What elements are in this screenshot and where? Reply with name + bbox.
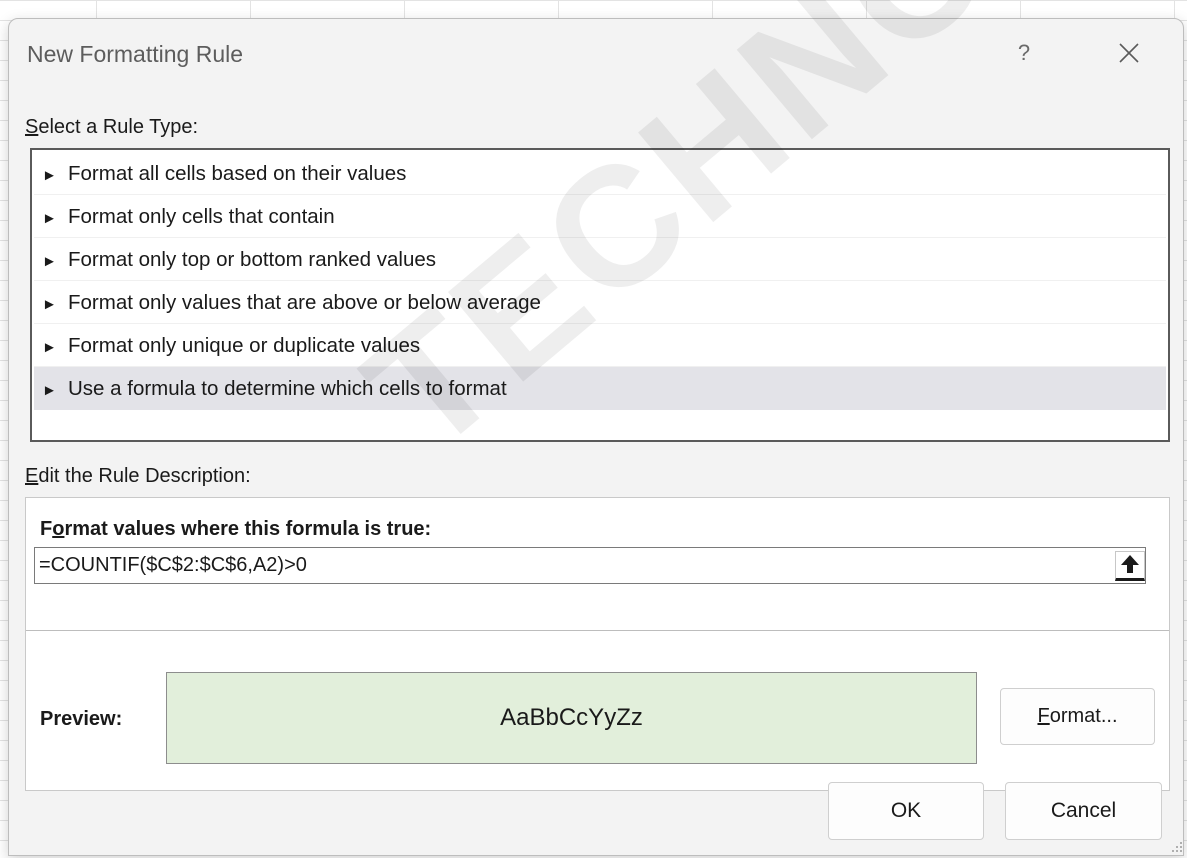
- triangle-right-icon: ►: [42, 382, 57, 399]
- rule-type-item-label: Use a formula to determine which cells t…: [68, 377, 507, 400]
- new-formatting-rule-dialog: New Formatting Rule ? Select a Rule Type…: [8, 18, 1184, 856]
- triangle-right-icon: ►: [42, 253, 57, 270]
- help-button[interactable]: ?: [1004, 33, 1044, 73]
- collapse-dialog-button[interactable]: [1115, 551, 1145, 581]
- rule-type-item[interactable]: ► Format only values that are above or be…: [34, 281, 1166, 324]
- rule-type-item-label: Format only values that are above or bel…: [68, 291, 541, 314]
- cancel-button[interactable]: Cancel: [1005, 782, 1162, 840]
- triangle-right-icon: ►: [42, 167, 57, 184]
- rule-type-item[interactable]: ► Format only cells that contain: [34, 195, 1166, 238]
- close-button[interactable]: [1109, 33, 1149, 73]
- formula-label: Format values where this formula is true…: [40, 518, 432, 540]
- rule-description-panel: Format values where this formula is true…: [25, 497, 1170, 791]
- formula-input[interactable]: [34, 547, 1146, 584]
- ok-button[interactable]: OK: [828, 782, 984, 840]
- resize-grip-icon[interactable]: [1169, 839, 1183, 853]
- rule-type-item[interactable]: ► Use a formula to determine which cells …: [34, 367, 1166, 410]
- format-preview: AaBbCcYyZz: [166, 672, 977, 764]
- close-icon: [1119, 43, 1139, 63]
- rule-type-item-label: Format all cells based on their values: [68, 162, 407, 185]
- triangle-right-icon: ►: [42, 210, 57, 227]
- select-rule-type-label: Select a Rule Type:: [25, 116, 199, 138]
- triangle-right-icon: ►: [42, 296, 57, 313]
- rule-type-list[interactable]: ► Format all cells based on their values ►…: [30, 148, 1170, 442]
- rule-type-item[interactable]: ► Format only unique or duplicate values: [34, 324, 1166, 367]
- edit-rule-description-label: Edit the Rule Description:: [25, 465, 251, 487]
- panel-divider: [26, 630, 1169, 631]
- dialog-title-bar: New Formatting Rule ?: [9, 19, 1183, 85]
- format-button[interactable]: Format...: [1000, 688, 1155, 745]
- triangle-right-icon: ►: [42, 339, 57, 356]
- rule-type-item-label: Format only top or bottom ranked values: [68, 248, 437, 271]
- collapse-range-icon: [1121, 555, 1139, 573]
- rule-type-item-label: Format only cells that contain: [68, 205, 335, 228]
- dialog-title: New Formatting Rule: [27, 41, 244, 67]
- rule-type-item[interactable]: ► Format all cells based on their values: [34, 152, 1166, 195]
- preview-sample-text: AaBbCcYyZz: [500, 704, 643, 731]
- rule-type-item-label: Format only unique or duplicate values: [68, 334, 421, 357]
- rule-type-item[interactable]: ► Format only top or bottom ranked values: [34, 238, 1166, 281]
- preview-label: Preview:: [40, 708, 123, 730]
